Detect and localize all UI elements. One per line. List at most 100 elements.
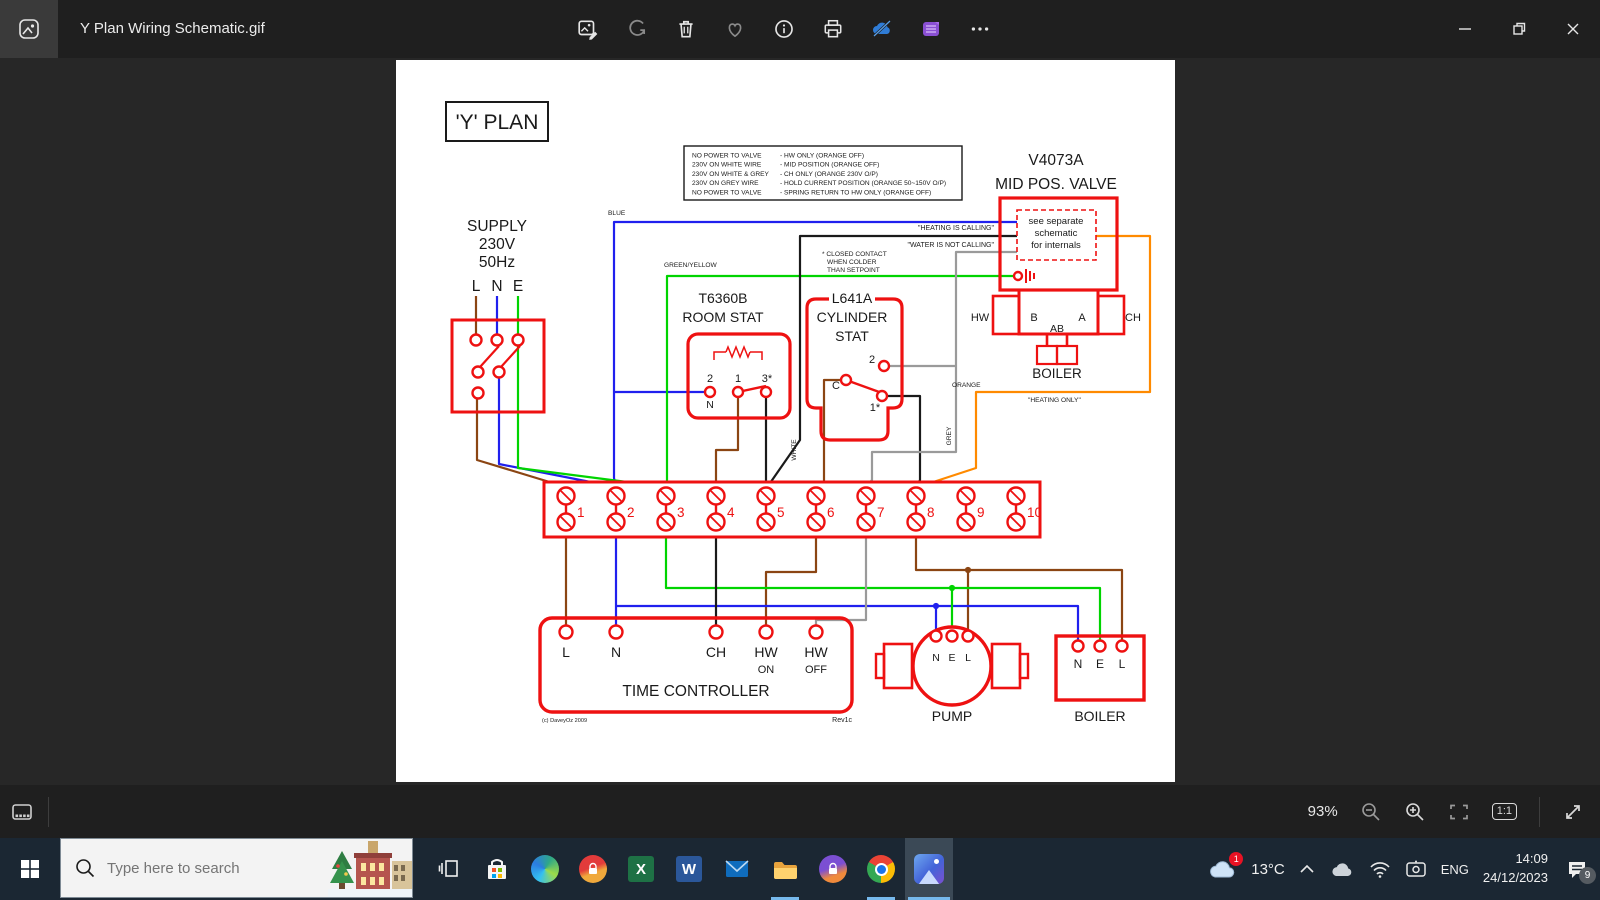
heating-calling-label: "HEATING IS CALLING" — [918, 225, 995, 232]
file-explorer-button[interactable] — [761, 838, 809, 900]
search-icon — [76, 859, 95, 878]
notification-center-button[interactable]: 9 — [1566, 858, 1596, 884]
svg-text:3*: 3* — [762, 373, 773, 385]
app-icon-button[interactable] — [0, 0, 58, 58]
svg-text:BOILER: BOILER — [1074, 708, 1125, 724]
svg-text:L: L — [562, 644, 570, 660]
minimize-icon — [1459, 28, 1471, 30]
start-button[interactable] — [0, 838, 60, 900]
weather-button[interactable]: 1 — [1207, 852, 1244, 881]
store-icon — [488, 859, 506, 879]
photos-app-button[interactable] — [905, 838, 953, 900]
svg-text:L: L — [1119, 657, 1126, 671]
password-app-purple-button[interactable] — [809, 838, 857, 900]
restore-icon — [1513, 22, 1526, 35]
restore-button[interactable] — [1492, 0, 1546, 58]
heart-icon — [728, 23, 742, 38]
svg-text:TIME CONTROLLER: TIME CONTROLLER — [622, 683, 769, 700]
svg-text:L: L — [965, 652, 971, 664]
grey-label: GREY — [946, 426, 953, 445]
svg-text:1*: 1* — [870, 402, 881, 414]
svg-text:230V ON GREY WIRE: 230V ON GREY WIRE — [692, 180, 759, 187]
svg-text:SUPPLY: SUPPLY — [467, 218, 527, 235]
rotate-button[interactable] — [615, 7, 659, 51]
system-tray: 1 13°C ENG 14:09 24/12/2023 9 — [1207, 838, 1596, 900]
svg-text:9: 9 — [977, 505, 985, 520]
svg-text:STAT: STAT — [835, 328, 869, 344]
svg-text:V4073A: V4073A — [1028, 152, 1084, 169]
svg-text:schematic: schematic — [1035, 228, 1078, 239]
svg-text:230V: 230V — [479, 236, 516, 253]
svg-text:C: C — [832, 380, 840, 392]
excel-icon: X — [628, 856, 654, 882]
svg-text:NO POWER TO VALVE: NO POWER TO VALVE — [692, 153, 762, 160]
task-view-button[interactable] — [425, 838, 473, 900]
password-app-red-button[interactable] — [569, 838, 617, 900]
cloud-status-button[interactable] — [860, 7, 904, 51]
port-hw: HW — [971, 312, 990, 324]
zoom-in-icon — [1405, 802, 1424, 821]
chrome-button[interactable] — [857, 838, 905, 900]
close-button[interactable] — [1546, 0, 1600, 58]
more-button[interactable] — [958, 7, 1002, 51]
clock[interactable]: 14:09 24/12/2023 — [1483, 850, 1548, 888]
svg-text:3: 3 — [677, 505, 685, 520]
time-controller: L N CH HW ON HW OFF TIME CONTROLLER (c) … — [538, 616, 854, 724]
zoom-out-button[interactable] — [1360, 801, 1382, 823]
language-indicator[interactable]: ENG — [1441, 862, 1469, 877]
print-button[interactable] — [811, 7, 855, 51]
search-highlight-illustration[interactable] — [328, 839, 412, 897]
favorite-button[interactable] — [713, 7, 757, 51]
mail-button[interactable] — [713, 838, 761, 900]
onedrive-button[interactable] — [1329, 859, 1355, 879]
edge-button[interactable] — [521, 838, 569, 900]
fullscreen-button[interactable] — [1562, 801, 1584, 823]
svg-text:4: 4 — [727, 505, 735, 520]
photos-logo-icon — [19, 19, 39, 39]
svg-text:N: N — [611, 644, 621, 660]
fit-to-window-button[interactable] — [1448, 801, 1470, 823]
padlock-red-icon — [579, 855, 607, 883]
minimize-button[interactable] — [1438, 0, 1492, 58]
cylinder-stat: L641A CYLINDER STAT 2 C 1* — [805, 290, 904, 442]
taskbar: X W — [0, 838, 1600, 900]
svg-text:ON: ON — [758, 664, 775, 676]
excel-button[interactable]: X — [617, 838, 665, 900]
svg-text:10: 10 — [1027, 505, 1042, 520]
zoom-in-button[interactable] — [1404, 801, 1426, 823]
svg-text:1: 1 — [735, 373, 741, 385]
svg-text:50Hz: 50Hz — [479, 254, 515, 271]
mail-icon — [725, 860, 749, 877]
fit-to-window-icon — [1449, 804, 1468, 819]
svg-text:N: N — [932, 652, 940, 664]
boiler: N E L BOILER — [1054, 634, 1146, 724]
svg-text:2: 2 — [627, 505, 635, 520]
zoom-level-value: 93% — [1307, 803, 1338, 820]
network-button[interactable] — [1369, 860, 1391, 878]
filmstrip-toggle-button[interactable] — [10, 800, 34, 824]
svg-text:THAN SETPOINT: THAN SETPOINT — [827, 267, 880, 274]
schematic-title: 'Y' PLAN — [456, 111, 539, 134]
photos-app-window: Y Plan Wiring Schematic.gif 'Y' PLAN NO … — [0, 0, 1600, 900]
delete-button[interactable] — [664, 7, 708, 51]
zoom-out-icon — [1361, 802, 1380, 821]
task-view-icon — [438, 860, 458, 877]
close-icon — [1567, 23, 1579, 35]
svg-text:N: N — [1074, 657, 1083, 671]
svg-text:- HW ONLY (ORANGE OFF): - HW ONLY (ORANGE OFF) — [780, 153, 864, 160]
microsoft-store-button[interactable] — [473, 838, 521, 900]
edit-image-icon — [578, 20, 598, 40]
actual-size-button[interactable]: 1:1 — [1491, 803, 1517, 820]
photo-image[interactable]: 'Y' PLAN NO POWER TO VALVE - HW ONLY (OR… — [396, 60, 1175, 782]
svg-text:E: E — [1096, 657, 1104, 671]
svg-text:7: 7 — [877, 505, 885, 520]
meet-now-button[interactable] — [1405, 859, 1427, 879]
one-to-one-icon: 1:1 — [1491, 803, 1517, 820]
svg-text:L641A: L641A — [832, 290, 873, 306]
video-editor-button[interactable] — [909, 7, 953, 51]
info-button[interactable] — [762, 7, 806, 51]
tray-overflow-button[interactable] — [1299, 863, 1315, 875]
titlebar: Y Plan Wiring Schematic.gif — [0, 0, 1600, 58]
edit-image-button[interactable] — [566, 7, 610, 51]
word-button[interactable]: W — [665, 838, 713, 900]
